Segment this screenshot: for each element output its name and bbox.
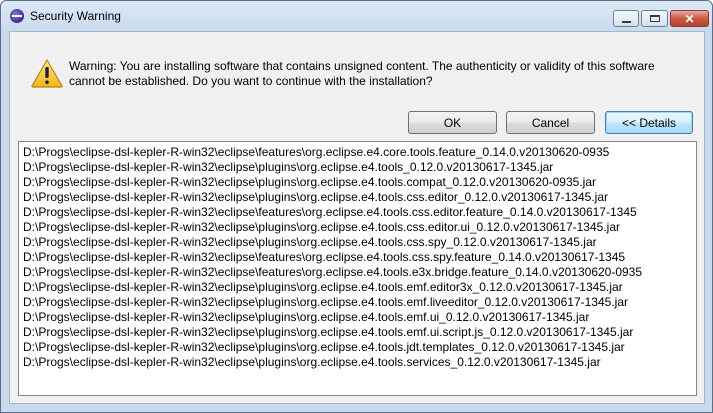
- title-bar[interactable]: Security Warning ✕: [1, 1, 712, 31]
- list-item[interactable]: D:\Progs\eclipse-dsl-kepler-R-win32\ecli…: [23, 280, 623, 295]
- details-toggle-button[interactable]: << Details: [605, 111, 693, 134]
- list-item[interactable]: D:\Progs\eclipse-dsl-kepler-R-win32\ecli…: [23, 235, 597, 250]
- list-item[interactable]: D:\Progs\eclipse-dsl-kepler-R-win32\ecli…: [23, 355, 601, 370]
- window-title: Security Warning: [30, 9, 121, 23]
- minimize-button[interactable]: [613, 10, 639, 27]
- list-item[interactable]: D:\Progs\eclipse-dsl-kepler-R-win32\ecli…: [23, 265, 642, 280]
- list-item[interactable]: D:\Progs\eclipse-dsl-kepler-R-win32\ecli…: [23, 145, 609, 160]
- maximize-button[interactable]: [641, 10, 668, 27]
- list-item[interactable]: D:\Progs\eclipse-dsl-kepler-R-win32\ecli…: [23, 160, 553, 175]
- list-item[interactable]: D:\Progs\eclipse-dsl-kepler-R-win32\ecli…: [23, 250, 625, 265]
- warning-message: Warning: You are installing software tha…: [69, 59, 699, 89]
- list-item[interactable]: D:\Progs\eclipse-dsl-kepler-R-win32\ecli…: [23, 310, 589, 325]
- warning-message-line-1: Warning: You are installing software tha…: [69, 59, 655, 73]
- list-item[interactable]: D:\Progs\eclipse-dsl-kepler-R-win32\ecli…: [23, 340, 625, 355]
- security-warning-window: Security Warning ✕ Warning: You are inst…: [0, 0, 713, 413]
- ok-button[interactable]: OK: [408, 111, 497, 134]
- list-item[interactable]: D:\Progs\eclipse-dsl-kepler-R-win32\ecli…: [23, 325, 633, 340]
- cancel-button[interactable]: Cancel: [506, 111, 595, 134]
- list-item[interactable]: D:\Progs\eclipse-dsl-kepler-R-win32\ecli…: [23, 220, 620, 235]
- list-item[interactable]: D:\Progs\eclipse-dsl-kepler-R-win32\ecli…: [23, 190, 608, 205]
- close-icon: ✕: [684, 11, 695, 26]
- list-item[interactable]: D:\Progs\eclipse-dsl-kepler-R-win32\ecli…: [23, 175, 596, 190]
- warning-icon: [31, 59, 63, 88]
- list-item[interactable]: D:\Progs\eclipse-dsl-kepler-R-win32\ecli…: [23, 295, 628, 310]
- minimize-icon: [621, 20, 631, 23]
- eclipse-icon: [10, 9, 24, 23]
- warning-message-line-2: cannot be established. Do you want to co…: [69, 74, 433, 88]
- maximize-icon: [649, 15, 660, 22]
- unsigned-content-list[interactable]: D:\Progs\eclipse-dsl-kepler-R-win32\ecli…: [18, 141, 697, 396]
- list-item[interactable]: D:\Progs\eclipse-dsl-kepler-R-win32\ecli…: [23, 205, 637, 220]
- close-button[interactable]: ✕: [670, 10, 709, 27]
- dialog-body: Warning: You are installing software tha…: [9, 31, 705, 404]
